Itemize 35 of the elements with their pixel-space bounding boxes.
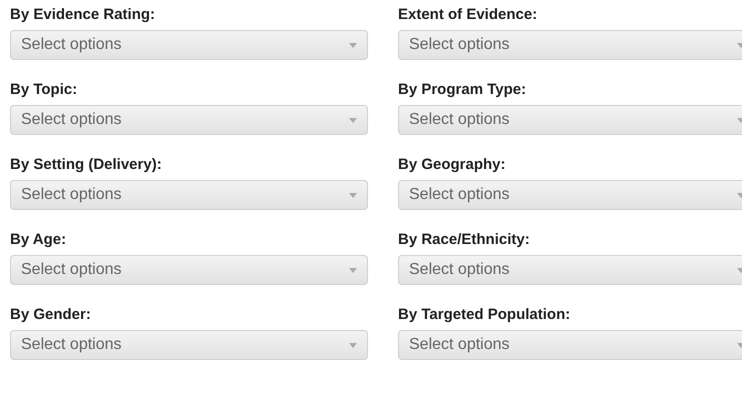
select-placeholder: Select options — [21, 35, 122, 55]
select-placeholder: Select options — [409, 335, 510, 355]
caret-icon — [349, 268, 357, 272]
select-placeholder: Select options — [21, 185, 122, 205]
filter-label: By Topic: — [10, 80, 78, 100]
select-placeholder: Select options — [409, 110, 510, 130]
filter-label: By Program Type: — [398, 80, 528, 100]
caret-icon — [349, 342, 357, 348]
select-dropdown[interactable]: Select options — [10, 30, 368, 60]
select-placeholder: Select options — [21, 335, 122, 355]
filter-label: By Geography: — [398, 155, 507, 175]
caret-icon — [349, 192, 357, 198]
select-dropdown[interactable]: Select options — [398, 30, 742, 60]
filter-label: By Race/Ethnicity: — [398, 230, 531, 250]
select-placeholder: Select options — [21, 260, 122, 280]
select-dropdown[interactable]: Select options — [398, 105, 742, 135]
filter-label: Extent of Evidence: — [398, 5, 538, 25]
filter-label: By Gender: — [10, 305, 92, 325]
filter-label: By Setting (Delivery): — [10, 155, 163, 175]
select-placeholder: Select options — [409, 185, 510, 205]
select-dropdown[interactable]: Select options — [398, 330, 742, 360]
select-placeholder: Select options — [409, 260, 510, 280]
select-placeholder: Select options — [21, 110, 122, 130]
select-dropdown[interactable]: Select options — [10, 255, 368, 285]
caret-icon — [349, 118, 357, 122]
select-dropdown[interactable]: Select options — [10, 180, 368, 210]
select-dropdown[interactable]: Select options — [398, 255, 742, 285]
select-dropdown[interactable]: Select options — [10, 105, 368, 135]
caret-icon — [349, 42, 357, 48]
select-placeholder: Select options — [409, 35, 510, 55]
select-dropdown[interactable]: Select options — [398, 180, 742, 210]
filter-label: By Evidence Rating: — [10, 5, 156, 25]
select-dropdown[interactable]: Select options — [10, 330, 368, 360]
filter-label: By Age: — [10, 230, 68, 250]
filter-label: By Targeted Population: — [398, 305, 572, 325]
